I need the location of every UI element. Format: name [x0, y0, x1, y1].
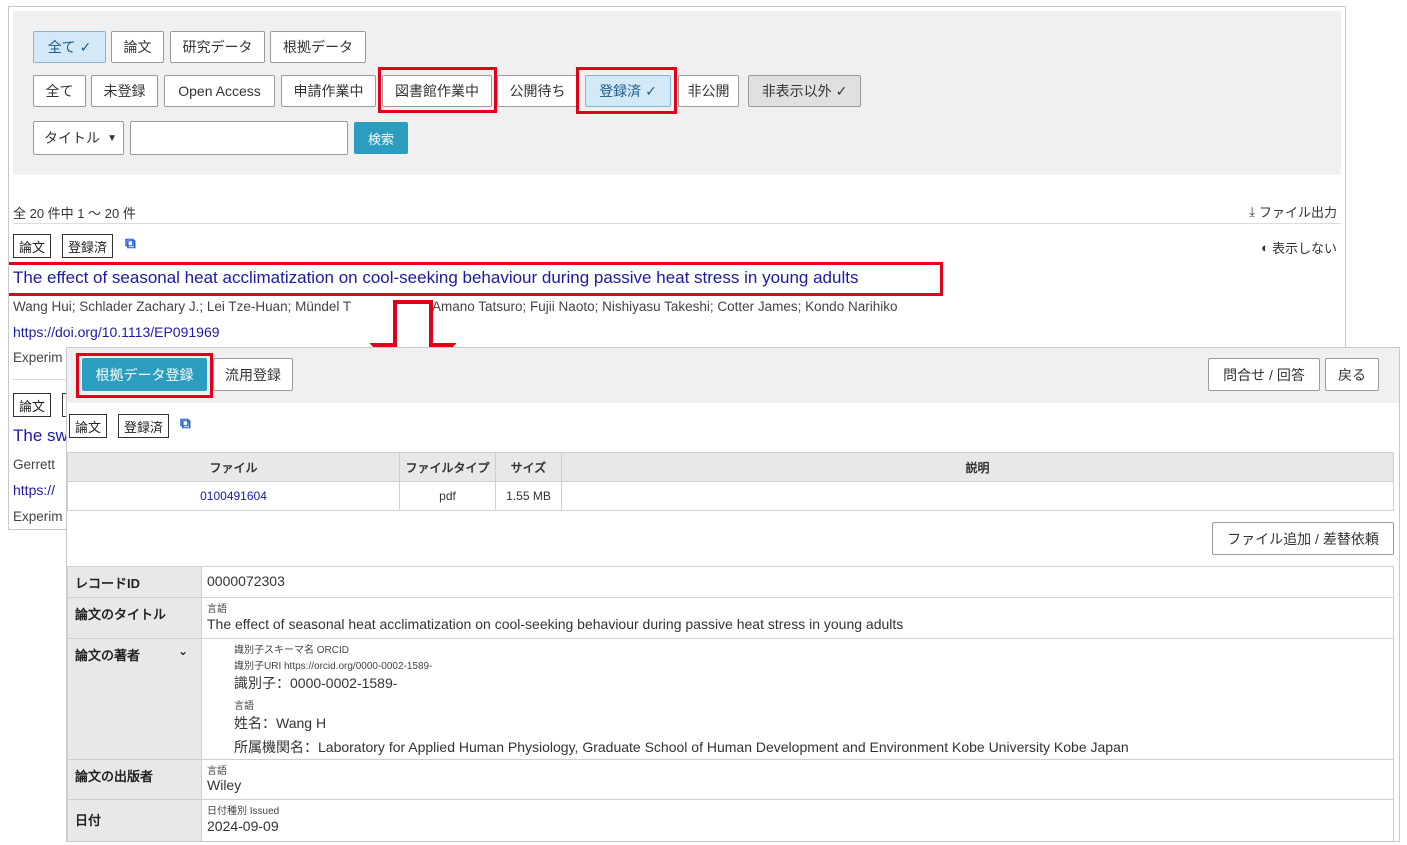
author-identifier: 識別子：0000-0002-1589- [234, 675, 398, 691]
title-value: The effect of seasonal heat acclimatizat… [207, 616, 904, 632]
detail-toolbar: 根拠データ登録 流用登録 問合せ / 回答 戻る [67, 348, 1399, 403]
title-label: 論文のタイトル [68, 598, 202, 638]
file-link[interactable]: 0100491604 [67, 481, 400, 511]
record-id-value: 0000072303 [207, 573, 285, 589]
publisher-row: 論文の出版者 言語 Wiley [67, 760, 1394, 800]
status-tag: 登録済 [118, 414, 170, 438]
type-tag: 論文 [13, 234, 52, 258]
status-registered-button[interactable]: 登録済 ✓ [585, 75, 671, 107]
evidence-data-register-button[interactable]: 根拠データ登録 [82, 358, 207, 391]
publisher-label: 論文の出版者 [68, 760, 202, 799]
status-all-button[interactable]: 全て [33, 75, 86, 107]
result-doi-link[interactable]: https://doi.org/10.1113/EP091969 [13, 324, 220, 340]
author-uri: 識別子URI https://orcid.org/0000-0002-1589- [234, 661, 433, 672]
col-file: ファイル [67, 452, 400, 482]
table-row: 0100491604 pdf 1.55 MB [67, 481, 1394, 511]
status-awaiting-publish-button[interactable]: 公開待ち [497, 75, 578, 107]
author-row: 論文の著者 ⌄ 識別子スキーマ名 ORCID 識別子URI https://or… [67, 639, 1394, 760]
divider [13, 223, 1341, 224]
col-description: 説明 [561, 452, 1394, 482]
status-applying-button[interactable]: 申請作業中 [281, 75, 376, 107]
check-icon: ✓ [645, 82, 657, 99]
publisher-value: Wiley [207, 777, 242, 793]
download-icon: ⤓ [1249, 203, 1255, 219]
result-doi-link[interactable]: https:// [13, 482, 55, 498]
col-file-type: ファイルタイプ [399, 452, 496, 482]
export-link[interactable]: ⤓ ファイル出力 [1249, 202, 1337, 221]
chevron-down-icon: ▼ [107, 132, 117, 144]
author-lang: 言語 [234, 701, 254, 712]
inquiry-button[interactable]: 問合せ / 回答 [1208, 358, 1320, 391]
result-journal: Experim [13, 509, 63, 524]
result-count: 全 20 件中 1 ～ 20 件 [13, 206, 136, 221]
result-authors-rest: Amano Tatsuro; Fujii Naoto; Nishiyasu Ta… [432, 299, 898, 314]
author-affiliation: 所属機関名：Laboratory for Applied Human Physi… [234, 739, 1129, 755]
publisher-lang: 言語 [207, 766, 227, 777]
file-type: pdf [399, 481, 496, 511]
record-id-label: レコードID [68, 567, 202, 597]
check-icon: ✓ [79, 38, 92, 55]
type-tag: 論文 [13, 393, 52, 417]
author-scheme: 識別子スキーマ名 ORCID [234, 645, 349, 656]
result-authors: Gerrett [13, 457, 56, 472]
filter-panel: 全て ✓ 論文 研究データ 根拠データ 全て 未登録 Open Access 申… [13, 11, 1341, 175]
status-tag: 登録済 [62, 234, 114, 258]
title-lang: 言語 [207, 604, 227, 615]
status-private-button[interactable]: 非公開 [678, 75, 739, 107]
file-add-replace-button[interactable]: ファイル追加 / 差替依頼 [1212, 522, 1394, 555]
eye-slash-icon: ◐ [1261, 240, 1269, 255]
status-non-hidden-button[interactable]: 非表示以外 ✓ [748, 75, 861, 107]
status-unregistered-button[interactable]: 未登録 [91, 75, 158, 107]
type-evidence-data-button[interactable]: 根拠データ [270, 31, 366, 63]
reuse-register-button[interactable]: 流用登録 [213, 358, 293, 391]
file-size: 1.55 MB [495, 481, 562, 511]
files-table: ファイル ファイルタイプ サイズ 説明 0100491604 pdf 1.55 … [67, 452, 1394, 511]
search-input[interactable] [130, 121, 348, 155]
result-journal: Experim [13, 350, 63, 365]
back-button[interactable]: 戻る [1325, 358, 1379, 391]
type-paper-button[interactable]: 論文 [111, 31, 164, 63]
type-research-data-button[interactable]: 研究データ [170, 31, 265, 63]
date-row: 日付 日付種別 Issued 2024-09-09 [67, 800, 1394, 841]
author-name: 姓名：Wang H [234, 715, 327, 731]
date-value: 2024-09-09 [207, 818, 279, 834]
status-open-access-button[interactable]: Open Access [164, 75, 275, 107]
status-library-working-button[interactable]: 図書館作業中 [382, 75, 492, 107]
external-link-icon[interactable]: ⧉ [180, 415, 191, 432]
date-type: 日付種別 Issued [207, 806, 280, 817]
hide-link[interactable]: ◐ 表示しない [1261, 238, 1337, 257]
type-all-button[interactable]: 全て ✓ [33, 31, 106, 63]
search-button[interactable]: 検索 [354, 122, 408, 154]
file-description [561, 481, 1394, 511]
record-detail-screen: 根拠データ登録 流用登録 問合せ / 回答 戻る 論文 登録済 ⧉ ファイル フ… [66, 347, 1400, 842]
date-label: 日付 [68, 800, 202, 841]
author-label[interactable]: 論文の著者 ⌄ [68, 639, 202, 759]
result-title-link[interactable]: The sw [13, 426, 68, 446]
type-tag: 論文 [69, 414, 108, 438]
result-title-link[interactable]: The effect of seasonal heat acclimatizat… [13, 268, 858, 288]
external-link-icon[interactable]: ⧉ [125, 235, 136, 252]
col-size: サイズ [495, 452, 562, 482]
search-field-select[interactable]: タイトル ▼ [33, 121, 124, 155]
chevron-down-icon[interactable]: ⌄ [178, 644, 188, 658]
result-authors: Wang Hui; Schlader Zachary J.; Lei Tze-H… [13, 299, 352, 314]
record-id-row: レコードID 0000072303 [67, 566, 1394, 598]
check-icon: ✓ [835, 82, 848, 99]
title-row: 論文のタイトル 言語 The effect of seasonal heat a… [67, 598, 1394, 639]
